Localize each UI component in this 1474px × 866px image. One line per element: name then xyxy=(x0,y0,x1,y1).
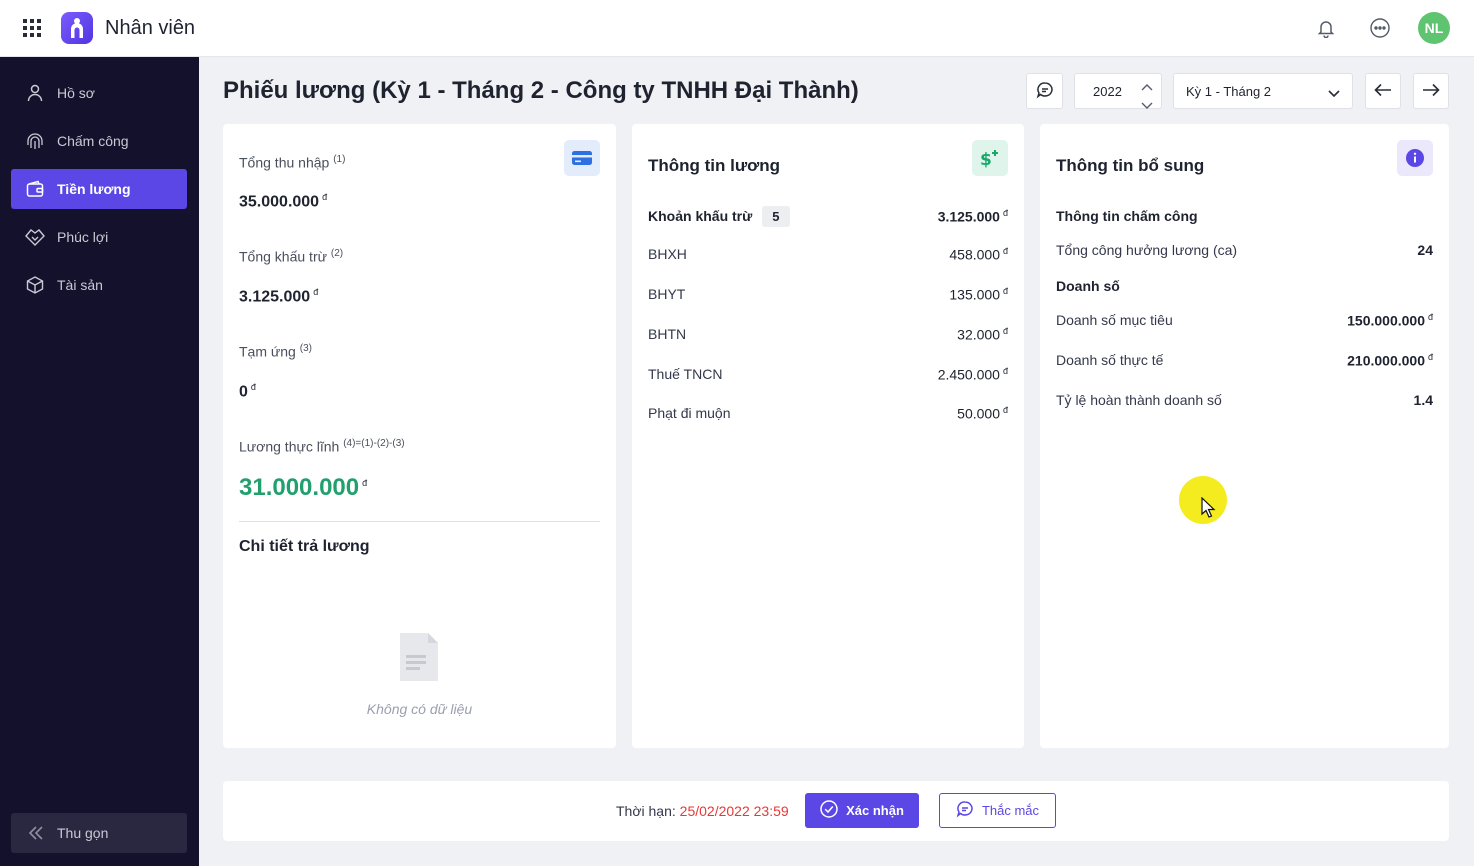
next-period-button[interactable] xyxy=(1413,73,1449,109)
confirm-button[interactable]: Xác nhận xyxy=(805,793,919,828)
sales-target-row: Doanh số mục tiêu 150.000.000 đ xyxy=(1056,312,1433,329)
sales-actual-row: Doanh số thực tế 210.000.000 đ xyxy=(1056,352,1433,369)
chevron-down-icon xyxy=(1328,86,1340,101)
sidebar-item-salary[interactable]: Tiền lương xyxy=(11,169,187,209)
box-icon xyxy=(24,274,46,296)
deduction-item-value: 135.000 đ xyxy=(949,286,1008,303)
deductions-row[interactable]: Khoản khấu trừ 5 3.125.000 đ xyxy=(648,206,1008,227)
deduction-item-value: 458.000 đ xyxy=(949,246,1008,263)
handshake-icon xyxy=(24,226,46,248)
question-button[interactable]: Thắc mắc xyxy=(939,793,1056,828)
credit-card-icon xyxy=(564,140,600,176)
paid-shifts-value: 24 xyxy=(1417,242,1433,258)
fingerprint-icon xyxy=(24,130,46,152)
year-value: 2022 xyxy=(1093,83,1122,99)
sidebar-item-label: Phúc lợi xyxy=(57,229,109,245)
total-income-label: Tổng thu nhập (1) xyxy=(239,154,346,171)
payment-detail-title: Chi tiết trả lương xyxy=(239,538,370,555)
arrow-left-icon xyxy=(1374,83,1392,100)
deduction-item-value: 2.450.000 đ xyxy=(937,366,1008,383)
attendance-heading: Thông tin chấm công xyxy=(1056,208,1198,224)
period-select[interactable]: Kỳ 1 - Tháng 2 xyxy=(1173,73,1353,109)
salary-info-title: Thông tin lương xyxy=(648,156,781,175)
divider xyxy=(239,521,600,522)
advance-label: Tạm ứng (3) xyxy=(239,343,312,360)
sidebar-item-label: Hồ sơ xyxy=(57,85,95,101)
sales-heading: Doanh số xyxy=(1056,278,1120,294)
avatar[interactable]: NL xyxy=(1418,12,1450,44)
period-value: Kỳ 1 - Tháng 2 xyxy=(1186,83,1272,99)
empty-document-icon xyxy=(398,631,440,686)
deductions-total: 3.125.000 đ xyxy=(937,208,1008,225)
previous-period-button[interactable] xyxy=(1365,73,1401,109)
deductions-label: Khoản khấu trừ xyxy=(648,208,753,224)
salary-summary-card: Tổng thu nhập (1) 35.000.000 đ Tổng khấu … xyxy=(223,124,616,748)
sidebar-item-profile[interactable]: Hồ sơ xyxy=(11,73,187,113)
sales-target-value: 150.000.000 đ xyxy=(1347,312,1433,329)
empty-state-text: Không có dữ liệu xyxy=(366,701,473,717)
check-circle-icon xyxy=(820,800,838,821)
app-title: Nhân viên xyxy=(105,16,196,39)
sales-actual-value: 210.000.000 đ xyxy=(1347,352,1433,369)
deduction-item-row: BHXH 458.000 đ xyxy=(648,246,1008,263)
chat-icon xyxy=(956,800,974,821)
collapse-sidebar-button[interactable]: Thu gọn xyxy=(11,813,187,853)
deadline-text: Thời hạn: 25/02/2022 23:59 xyxy=(616,803,789,819)
extra-info-title: Thông tin bổ sung xyxy=(1056,156,1205,175)
sidebar: Hồ sơ Chấm công Tiền lương Phúc lợi Tài … xyxy=(0,57,199,866)
comment-button[interactable] xyxy=(1026,73,1063,109)
year-stepper[interactable]: 2022 xyxy=(1074,73,1162,109)
apps-grid-icon[interactable] xyxy=(23,19,41,37)
user-icon xyxy=(24,82,46,104)
salary-info-card: Thông tin lương $ Khoản khấu trừ 5 3.125.… xyxy=(632,124,1024,748)
info-icon xyxy=(1397,140,1433,176)
arrow-right-icon xyxy=(1422,83,1440,100)
bell-icon[interactable] xyxy=(1310,12,1342,44)
extra-info-card: Thông tin bổ sung Thông tin chấm công Tổ… xyxy=(1040,124,1449,748)
paid-shifts-row: Tổng công hưởng lương (ca) 24 xyxy=(1056,242,1433,258)
wallet-icon xyxy=(24,178,46,200)
mouse-pointer-icon xyxy=(1200,496,1216,522)
total-deduction-value: 3.125.000 đ xyxy=(239,287,319,306)
deduction-item-row: BHYT 135.000 đ xyxy=(648,286,1008,303)
top-bar: Nhân viên NL xyxy=(0,0,1474,57)
double-chevron-left-icon xyxy=(27,825,45,841)
sidebar-item-label: Tiền lương xyxy=(57,181,131,197)
sidebar-item-benefits[interactable]: Phúc lợi xyxy=(11,217,187,257)
advance-value: 0đ xyxy=(239,382,256,401)
collapse-label: Thu gọn xyxy=(57,825,109,841)
net-salary-label: Lương thực lĩnh (4)=(1)-(2)-(3) xyxy=(239,438,405,455)
deductions-count-badge: 5 xyxy=(762,206,790,227)
footer-bar: Thời hạn: 25/02/2022 23:59 Xác nhận Thắc… xyxy=(223,781,1449,841)
deduction-item-value: 32.000 đ xyxy=(957,326,1008,343)
dollar-plus-icon: $ xyxy=(972,140,1008,176)
sales-completion-row: Tỷ lệ hoàn thành doanh số 1.4 xyxy=(1056,392,1433,408)
deduction-item-row: BHTN 32.000 đ xyxy=(648,326,1008,343)
sidebar-item-label: Chấm công xyxy=(57,133,129,149)
chevron-up-icon[interactable] xyxy=(1141,79,1153,94)
app-logo-icon xyxy=(61,12,93,44)
page-title: Phiếu lương (Kỳ 1 - Tháng 2 - Công ty TN… xyxy=(223,77,859,104)
total-deduction-label: Tổng khấu trừ (2) xyxy=(239,248,344,265)
total-income-value: 35.000.000 đ xyxy=(239,192,328,211)
deadline-date: 25/02/2022 23:59 xyxy=(679,803,789,819)
net-salary-value: 31.000.000 đ xyxy=(239,474,368,501)
chevron-down-icon[interactable] xyxy=(1141,98,1153,113)
sidebar-item-assets[interactable]: Tài sản xyxy=(11,265,187,305)
deduction-item-row: Phạt đi muộn 50.000 đ xyxy=(648,405,1008,422)
deduction-item-value: 50.000 đ xyxy=(957,405,1008,422)
more-options-icon[interactable] xyxy=(1364,12,1396,44)
sales-completion-value: 1.4 xyxy=(1413,392,1433,408)
chat-icon xyxy=(1036,81,1054,102)
sidebar-item-label: Tài sản xyxy=(57,277,103,293)
svg-text:$: $ xyxy=(980,150,992,169)
deduction-item-row: Thuế TNCN 2.450.000 đ xyxy=(648,366,1008,383)
sidebar-item-attendance[interactable]: Chấm công xyxy=(11,121,187,161)
